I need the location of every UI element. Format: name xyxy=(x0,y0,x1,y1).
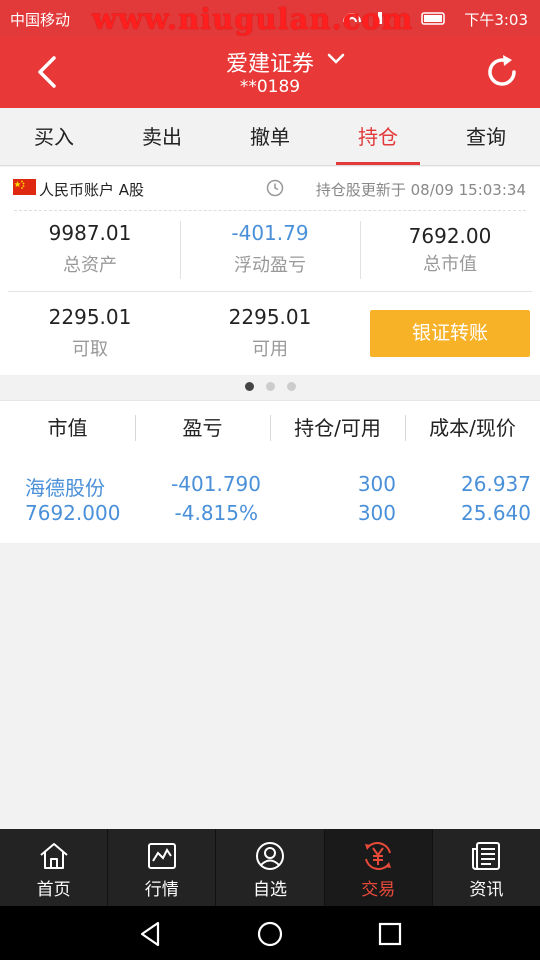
available-label: 可用 xyxy=(252,339,288,360)
broker-name: 爱建证券 xyxy=(225,52,314,77)
stock-market-value: 7692.000 xyxy=(25,501,121,525)
bank-transfer-button[interactable]: 银证转账 xyxy=(370,310,530,357)
pager-dot[interactable] xyxy=(244,382,254,391)
nav-home-label: 首页 xyxy=(36,880,71,900)
app-header: 爱建证券 **0189 xyxy=(0,36,540,108)
refresh-icon[interactable] xyxy=(484,54,520,90)
pager-dots xyxy=(0,375,540,399)
update-time: 持仓股更新于 08/09 15:03:34 xyxy=(315,181,526,199)
withdrawable-value: 2295.01 xyxy=(48,305,132,329)
tab-buy[interactable]: 买入 xyxy=(0,108,108,165)
market-value-value: 7692.00 xyxy=(408,224,492,248)
tab-query[interactable]: 查询 xyxy=(432,108,540,165)
withdrawable: 2295.01 可取 xyxy=(0,305,180,361)
nav-trade-label: 交易 xyxy=(361,880,396,900)
bottom-nav: 首页 行情 自选 交易 资讯 xyxy=(0,829,540,906)
nav-news[interactable]: 资讯 xyxy=(431,829,540,906)
market-value-label: 总市值 xyxy=(423,254,477,275)
tab-positions[interactable]: 持仓 xyxy=(324,108,432,165)
account-row: 人民币账户 A股 持仓股更新于 08/09 15:03:34 xyxy=(0,167,540,209)
floating-pl: -401.79 浮动盈亏 xyxy=(180,221,360,277)
floating-pl-value: -401.79 xyxy=(231,221,309,245)
table-header: 市值 盈亏 持仓/可用 成本/现价 xyxy=(0,401,540,455)
news-icon xyxy=(472,842,501,870)
system-recents-icon[interactable] xyxy=(376,920,404,948)
yuan-icon xyxy=(365,842,392,870)
carrier-name: 中国移动 xyxy=(10,11,71,29)
market-value: 7692.00 总市值 xyxy=(360,224,540,276)
stock-available: 300 xyxy=(357,501,396,525)
watermark-text: www.niugulan.com xyxy=(92,2,414,36)
nav-watchlist-label: 自选 xyxy=(253,880,287,900)
nav-trade[interactable]: 交易 xyxy=(323,829,432,906)
status-time: 下午3:03 xyxy=(464,11,528,29)
chart-icon xyxy=(147,843,176,869)
trade-tabs: 买入 卖出 撤单 持仓 查询 xyxy=(0,108,540,166)
header-cost-price: 成本/现价 xyxy=(405,401,540,455)
stock-position: 300 xyxy=(357,472,396,496)
dashed-divider xyxy=(14,210,526,211)
available-value: 2295.01 xyxy=(228,305,312,329)
nav-news-label: 资讯 xyxy=(469,880,504,900)
nav-market-label: 行情 xyxy=(144,880,179,900)
stock-price: 25.640 xyxy=(461,501,531,525)
row-divider xyxy=(8,291,532,292)
system-home-icon[interactable] xyxy=(256,920,284,948)
available: 2295.01 可用 xyxy=(180,305,360,361)
nav-watchlist[interactable]: 自选 xyxy=(215,829,323,906)
china-flag-icon xyxy=(13,179,36,195)
tab-sell[interactable]: 卖出 xyxy=(108,108,216,165)
nav-market[interactable]: 行情 xyxy=(107,829,215,906)
total-assets-value: 9987.01 xyxy=(48,221,132,245)
total-assets: 9987.01 总资产 xyxy=(0,221,180,277)
header-market-value: 市值 xyxy=(47,416,88,440)
system-back-icon[interactable] xyxy=(136,920,164,948)
status-bar: 中国移动 www.niugulan.com 下午3:03 xyxy=(0,0,540,36)
stock-pl: -401.790 xyxy=(171,472,261,496)
tab-cancel[interactable]: 撤单 xyxy=(216,108,324,165)
table-row-line-1: 海德股份 -401.790 300 26.937 xyxy=(0,472,540,502)
header-pl: 盈亏 xyxy=(135,401,270,455)
account-panel: 人民币账户 A股 持仓股更新于 08/09 15:03:34 9987.01 总… xyxy=(0,167,540,375)
home-icon xyxy=(39,843,68,869)
floating-pl-label: 浮动盈亏 xyxy=(234,255,306,276)
header-position: 持仓/可用 xyxy=(270,401,405,455)
account-number: **0189 xyxy=(239,77,301,97)
total-assets-label: 总资产 xyxy=(63,255,117,276)
stock-cost: 26.937 xyxy=(461,472,531,496)
nav-home[interactable]: 首页 xyxy=(0,829,107,906)
chevron-down-icon xyxy=(327,53,345,64)
pager-dot[interactable] xyxy=(286,382,296,391)
stock-pl-pct: -4.815% xyxy=(174,501,258,525)
account-type: 人民币账户 A股 xyxy=(39,181,145,199)
broker-title[interactable]: 爱建证券 xyxy=(0,46,540,78)
user-icon xyxy=(256,842,284,870)
system-nav-bar xyxy=(0,906,540,960)
table-row-line-2: 7692.000 -4.815% 300 25.640 xyxy=(0,501,540,531)
pager-dot[interactable] xyxy=(265,382,275,391)
holdings-table: 市值 盈亏 持仓/可用 成本/现价 海德股份 -401.790 300 26.9… xyxy=(0,400,540,543)
clock-icon xyxy=(266,179,284,197)
withdrawable-label: 可取 xyxy=(72,339,108,360)
stock-name: 海德股份 xyxy=(25,476,105,500)
